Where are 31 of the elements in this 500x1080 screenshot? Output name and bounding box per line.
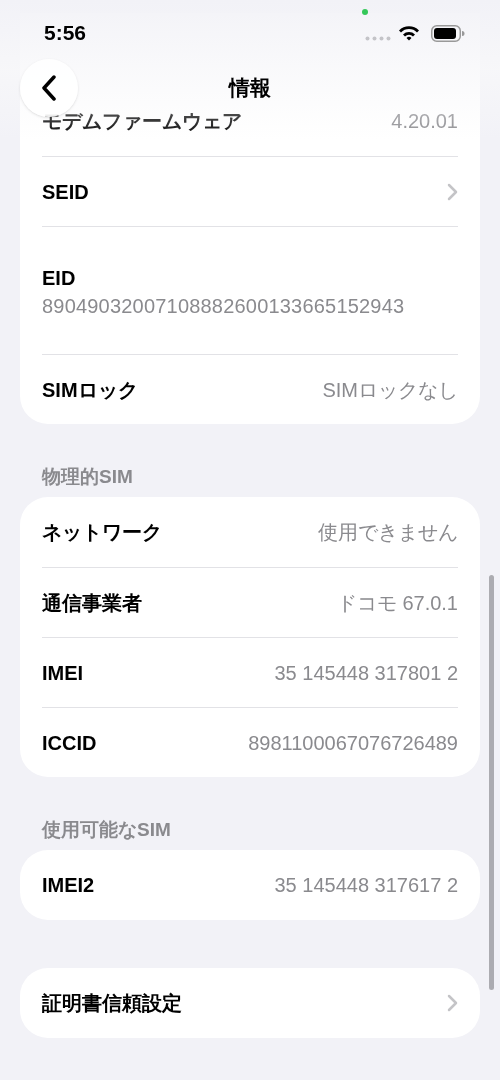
row-label: EID xyxy=(42,266,77,291)
row-value: 35 145448 317617 2 xyxy=(274,873,458,898)
row-label: ネットワーク xyxy=(42,520,162,545)
wifi-icon xyxy=(398,25,420,41)
back-icon xyxy=(41,75,57,101)
page-title: 情報 xyxy=(227,75,272,101)
row-label: IMEI2 xyxy=(42,873,95,898)
chevron-icon xyxy=(447,182,458,201)
row-label: SEID xyxy=(42,179,89,205)
row-label: IMEI xyxy=(42,660,84,686)
status-time: 5:56 xyxy=(44,20,87,46)
row-value: ドコモ 67.0.1 xyxy=(336,590,458,616)
row-value: 4.20.01 xyxy=(391,109,458,134)
row-value: 使用できません xyxy=(318,520,458,545)
row-label: 証明書信頼設定 xyxy=(42,991,182,1016)
battery-icon xyxy=(431,25,465,42)
camera-indicator-icon xyxy=(362,9,368,15)
section-header: 使用可能なSIM xyxy=(40,818,172,842)
section-header: 物理的SIM xyxy=(40,465,134,489)
row-label: モデムファームウェア xyxy=(42,109,242,134)
row-value: 89049032007108882600133665152943 xyxy=(42,294,406,319)
signal-icon xyxy=(365,36,391,41)
row-value: SIMロックなし xyxy=(322,377,458,403)
row-value: 35 145448 317801 2 xyxy=(274,660,458,686)
row-value: 8981100067076726489 xyxy=(248,730,458,756)
row-label: ICCID xyxy=(42,730,97,756)
chevron-icon xyxy=(447,994,458,1012)
settings-row[interactable]: 証明書信頼設定 xyxy=(42,968,458,1038)
row-label: 通信事業者 xyxy=(42,590,142,616)
row-label: SIMロック xyxy=(42,377,138,403)
settings-row[interactable]: SEID xyxy=(42,156,458,226)
